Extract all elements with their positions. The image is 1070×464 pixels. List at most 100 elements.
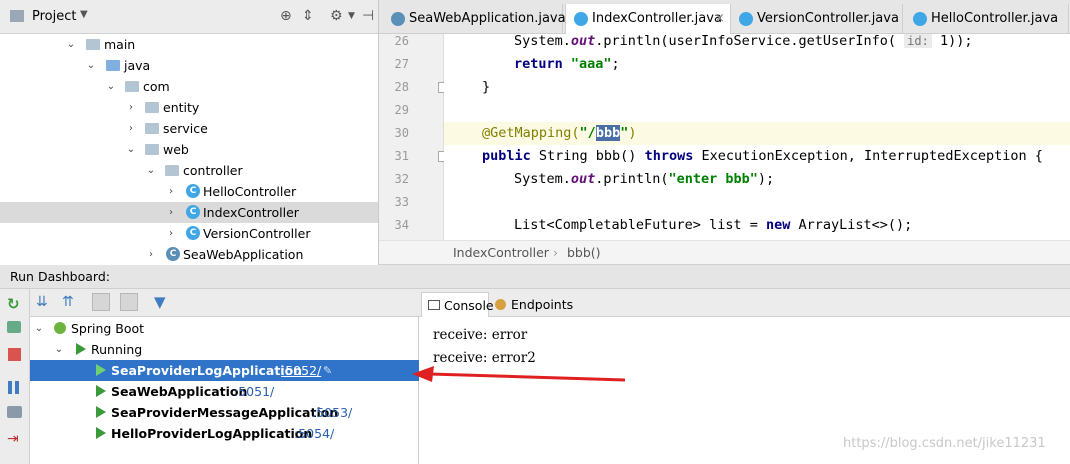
tab-label: HelloController.java <box>931 11 1059 26</box>
chevron-down-icon[interactable]: ⌄ <box>66 34 76 55</box>
run-icon <box>96 427 106 439</box>
chevron-right-icon[interactable]: › <box>146 244 156 265</box>
line-number: 33 <box>394 195 409 209</box>
tree-item-label: service <box>163 121 208 136</box>
pause-icon[interactable] <box>15 381 19 394</box>
console-line: receive: error <box>433 327 528 343</box>
tree-item-label: HelloController <box>203 184 297 199</box>
code-line-30: @GetMapping("/bbb") <box>444 122 1070 145</box>
tab-seawebapplication[interactable]: SeaWebApplication.java <box>383 4 566 34</box>
pause-icon[interactable] <box>8 381 12 394</box>
chevron-down-icon[interactable]: ⌄ <box>86 55 96 76</box>
chevron-down-icon[interactable]: ▼ <box>348 11 355 21</box>
tree-item-java[interactable]: ⌄ java <box>0 55 378 76</box>
tree-item-label: IndexController <box>203 205 299 220</box>
group-by-type-icon[interactable] <box>92 293 110 311</box>
app-port-link[interactable]: :5052/ <box>281 360 321 381</box>
project-header: Project ▼ ⊕ ⇕ ⚙ ▼ ⊣ <box>0 0 378 34</box>
target-icon[interactable]: ⊕ <box>280 8 292 24</box>
tab-versioncontroller[interactable]: VersionController.java <box>731 4 903 34</box>
tree-item-label: java <box>124 58 151 73</box>
code-editor[interactable]: System.out.println(userInfoService.getUs… <box>444 34 1070 240</box>
group-by-config-icon[interactable] <box>120 293 138 311</box>
tab-console[interactable]: Console <box>421 292 494 317</box>
tree-state-running[interactable]: ⌄ Running <box>30 339 419 360</box>
dashboard-tree: ⌄ Spring Boot ⌄ Running SeaProviderLogAp… <box>30 317 419 464</box>
watermark: https://blog.csdn.net/jike11231 <box>843 436 1046 451</box>
chevron-right-icon: › <box>553 245 558 260</box>
editor-tab-bar: SeaWebApplication.java IndexController.j… <box>379 0 1070 34</box>
collapse-icon[interactable]: ⇕ <box>302 8 314 24</box>
class-icon <box>739 12 753 26</box>
tree-item-seawebapplication[interactable]: › C SeaWebApplication <box>0 244 378 265</box>
chevron-down-icon[interactable]: ⌄ <box>126 139 136 160</box>
project-title[interactable]: Project <box>32 9 76 24</box>
app-port-link[interactable]: :5054/ <box>294 423 334 444</box>
tab-indexcontroller[interactable]: IndexController.java × <box>565 4 731 34</box>
tab-hellocontroller[interactable]: HelloController.java <box>905 4 1069 34</box>
spring-class-icon <box>391 12 405 26</box>
expand-all-icon[interactable]: ⇊ <box>36 294 48 310</box>
edit-icon[interactable]: ✎ <box>323 360 332 381</box>
tab-endpoints[interactable]: Endpoints <box>491 292 573 317</box>
chevron-right-icon[interactable]: › <box>126 118 136 139</box>
tab-label: IndexController.java <box>592 11 722 26</box>
tree-item-web[interactable]: ⌄ web <box>0 139 378 160</box>
tree-item-label: SeaWebApplication <box>183 247 304 262</box>
tree-item-hellocontroller[interactable]: › C HelloController <box>0 181 378 202</box>
chevron-down-icon[interactable]: ⌄ <box>146 160 156 181</box>
annotation-arrow <box>412 366 626 382</box>
tree-item-versioncontroller[interactable]: › C VersionController <box>0 223 378 244</box>
app-row-seaprovidermessageapplication[interactable]: SeaProviderMessageApplication :5053/ <box>30 402 419 423</box>
close-icon[interactable]: × <box>714 4 725 34</box>
run-icon <box>76 343 86 355</box>
rerun-update-icon[interactable] <box>7 321 21 333</box>
group-label: Spring Boot <box>71 321 145 336</box>
stop-icon[interactable] <box>8 348 21 361</box>
hide-icon[interactable]: ⊣ <box>362 8 374 24</box>
run-icon <box>96 364 106 376</box>
tree-item-entity[interactable]: › entity <box>0 97 378 118</box>
tree-item-label: com <box>143 79 170 94</box>
chevron-down-icon[interactable]: ⌄ <box>54 339 64 360</box>
rerun-icon[interactable]: ↻ <box>7 295 20 313</box>
app-row-seawebapplication[interactable]: SeaWebApplication :5051/ <box>30 381 419 402</box>
app-port-link[interactable]: :5053/ <box>312 402 352 423</box>
package-icon <box>165 165 179 176</box>
line-number: 26 <box>394 34 409 48</box>
breadcrumb-method[interactable]: bbb() <box>567 245 601 260</box>
gear-icon[interactable]: ⚙ <box>330 8 343 24</box>
class-icon <box>913 12 927 26</box>
app-port-link[interactable]: :5051/ <box>234 381 274 402</box>
tab-label: Endpoints <box>511 297 574 312</box>
tab-label: SeaWebApplication.java <box>409 11 566 26</box>
collapse-all-icon[interactable]: ⇈ <box>62 294 74 310</box>
chevron-down-icon[interactable]: ⌄ <box>34 318 44 339</box>
tab-label: Console <box>444 298 494 313</box>
app-row-helloproviderlogapplication[interactable]: HelloProviderLogApplication :5054/ <box>30 423 419 444</box>
tree-item-label: main <box>104 37 136 52</box>
chevron-right-icon[interactable]: › <box>126 97 136 118</box>
chevron-right-icon[interactable]: › <box>166 181 176 202</box>
filter-icon[interactable]: ▼ <box>154 293 166 311</box>
tree-group-spring-boot[interactable]: ⌄ Spring Boot <box>30 318 419 339</box>
chevron-right-icon[interactable]: › <box>166 202 176 223</box>
app-name: SeaWebApplication <box>111 384 248 399</box>
app-row-seaproviderlogapplication[interactable]: SeaProviderLogApplication :5052/ ✎ <box>30 360 419 381</box>
tree-item-indexcontroller[interactable]: › C IndexController <box>0 202 378 223</box>
chevron-down-icon[interactable]: ⌄ <box>106 76 116 97</box>
app-name: SeaProviderMessageApplication <box>111 405 339 420</box>
code-line-31: public String bbb() throws ExecutionExce… <box>482 148 1043 164</box>
tree-item-service[interactable]: › service <box>0 118 378 139</box>
breadcrumb-class[interactable]: IndexController <box>453 245 549 260</box>
code-line-32: System.out.println("enter bbb"); <box>514 171 775 187</box>
exit-icon[interactable]: ⇥ <box>7 431 19 447</box>
tree-item-main[interactable]: ⌄ main <box>0 34 378 55</box>
run-dashboard-title: Run Dashboard: <box>10 269 110 284</box>
line-number: 34 <box>394 218 409 232</box>
chevron-down-icon[interactable]: ▼ <box>80 9 88 20</box>
tree-item-controller[interactable]: ⌄ controller <box>0 160 378 181</box>
tree-item-com[interactable]: ⌄ com <box>0 76 378 97</box>
chevron-right-icon[interactable]: › <box>166 223 176 244</box>
camera-icon[interactable] <box>7 406 22 418</box>
